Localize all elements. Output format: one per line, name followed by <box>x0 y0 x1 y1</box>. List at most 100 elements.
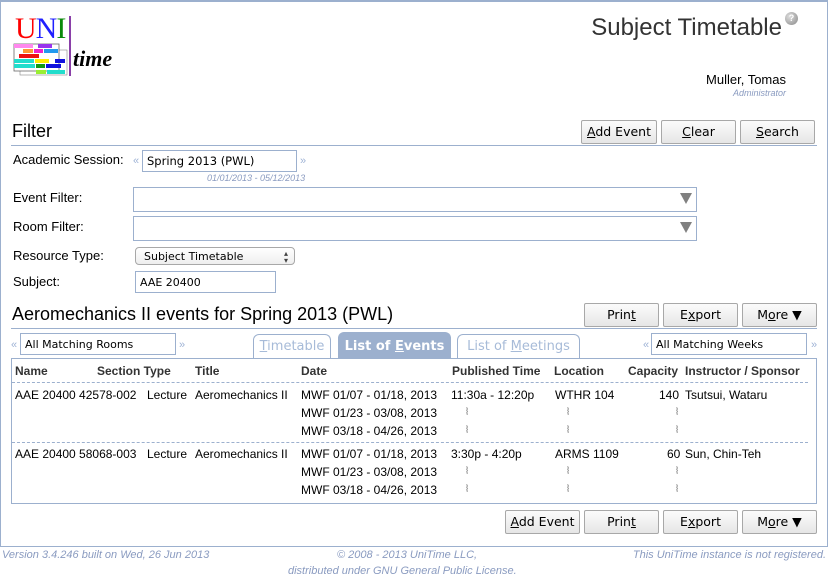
rooms-next-icon[interactable]: » <box>179 339 185 351</box>
column-header-instructor[interactable]: Instructor / Sponsor <box>685 364 800 378</box>
continuation-icon: ⦚ <box>676 425 679 436</box>
logo-divider <box>69 16 71 76</box>
session-next-icon[interactable]: » <box>300 155 306 167</box>
more-bottom-label: More ▼ <box>757 514 802 529</box>
export-label: Export <box>680 307 721 322</box>
continuation-icon: ⦚ <box>466 484 469 495</box>
cell-time: 11:30a - 12:20p <box>451 388 535 402</box>
tab-list-of-meetings[interactable]: List of Meetings <box>457 334 580 359</box>
cell-capacity: 60 <box>667 447 681 461</box>
cell-section-type: Lecture <box>147 388 188 402</box>
header-divider <box>12 382 808 383</box>
resource-type-value: Subject Timetable <box>144 249 244 263</box>
room-filter-label: Room Filter: <box>13 219 84 234</box>
more-label: More ▼ <box>757 307 802 322</box>
user-name[interactable]: Muller, Tomas <box>706 72 786 87</box>
cell-capacity: 140 <box>659 388 680 402</box>
cell-date: MWF 01/07 - 01/18, 2013 <box>301 447 438 461</box>
cell-title: Aeromechanics II <box>195 388 288 402</box>
print-button[interactable]: Print <box>584 303 659 327</box>
column-header-title[interactable]: Title <box>195 364 219 378</box>
footer-copyright[interactable]: © 2008 - 2013 UniTime LLC, <box>337 549 477 561</box>
column-header-section-type[interactable]: Section Type <box>97 364 171 378</box>
add-event-bottom-button[interactable]: Add Event <box>505 510 580 534</box>
weeks-next-icon[interactable]: » <box>811 339 817 351</box>
rooms-selector-input[interactable]: All Matching Rooms <box>20 333 176 355</box>
page-title: Subject Timetable <box>591 14 782 41</box>
column-header-capacity[interactable]: Capacity <box>628 364 678 378</box>
cell-name: AAE 20400 58068-003 <box>15 447 137 461</box>
events-table: Name Section Type Title Date Published T… <box>11 358 817 504</box>
more-button[interactable]: More ▼ <box>742 303 817 327</box>
export-button[interactable]: Export <box>663 303 738 327</box>
tab-list-of-events[interactable]: List of Events <box>338 332 451 359</box>
cell-title: Aeromechanics II <box>195 447 288 461</box>
filter-title: Filter <box>12 121 52 141</box>
cell-instructor: Sun, Chin-Teh <box>685 447 762 461</box>
room-filter-dropdown-icon[interactable] <box>680 222 692 233</box>
session-date-range: 01/01/2013 - 05/12/2013 <box>207 173 306 183</box>
logo-timetable-grid-icon <box>13 43 68 76</box>
continuation-icon: ⦚ <box>466 425 469 436</box>
resource-type-label: Resource Type: <box>13 248 104 263</box>
continuation-icon: ⦚ <box>676 466 679 477</box>
export-bottom-button[interactable]: Export <box>663 510 738 534</box>
academic-session-label: Academic Session: <box>13 152 124 167</box>
column-header-name[interactable]: Name <box>15 364 48 378</box>
clear-label: Clear <box>682 124 715 139</box>
cell-instructor: Tsutsui, Wataru <box>685 388 768 402</box>
logo-time-text: time <box>73 46 113 71</box>
column-header-date[interactable]: Date <box>301 364 327 378</box>
cell-date: MWF 03/18 - 04/26, 2013 <box>301 483 438 497</box>
room-filter-input[interactable] <box>133 216 697 241</box>
search-button[interactable]: Search <box>740 120 815 144</box>
weeks-selector-input[interactable]: All Matching Weeks <box>651 333 807 355</box>
add-event-label: Add Event <box>587 124 651 139</box>
cell-time: 3:30p - 4:20p <box>451 447 522 461</box>
weeks-prev-icon[interactable]: « <box>643 339 649 351</box>
help-icon[interactable]: ? <box>785 12 798 25</box>
search-label: Search <box>756 124 799 139</box>
clear-button[interactable]: Clear <box>661 120 736 144</box>
continuation-icon: ⦚ <box>567 484 570 495</box>
event-filter-input[interactable] <box>133 187 697 212</box>
continuation-icon: ⦚ <box>466 407 469 418</box>
cell-location: WTHR 104 <box>555 388 615 402</box>
academic-session-input[interactable]: Spring 2013 (PWL) <box>142 150 297 172</box>
continuation-icon: ⦚ <box>466 466 469 477</box>
cell-date: MWF 03/18 - 04/26, 2013 <box>301 424 438 438</box>
resource-type-select[interactable]: Subject Timetable ▴ ▾ <box>135 247 295 265</box>
subject-label: Subject: <box>13 274 60 289</box>
continuation-icon: ⦚ <box>567 466 570 477</box>
cell-date: MWF 01/23 - 03/08, 2013 <box>301 406 438 420</box>
tab-timetable[interactable]: Timetable <box>253 334 331 359</box>
more-bottom-button[interactable]: More ▼ <box>742 510 817 534</box>
user-role: Administrator <box>732 88 786 98</box>
column-header-published-time[interactable]: Published Time <box>452 364 540 378</box>
cell-location: ARMS 1109 <box>555 447 619 461</box>
column-header-location[interactable]: Location <box>554 364 604 378</box>
footer-version: Version 3.4.246 built on Wed, 26 Jun 201… <box>2 549 210 561</box>
rooms-prev-icon[interactable]: « <box>11 339 17 351</box>
unitime-logo[interactable]: UNI time <box>13 14 123 78</box>
footer-registration: This UniTime instance is not registered. <box>632 549 826 561</box>
subject-input[interactable]: AAE 20400 <box>135 271 276 293</box>
add-event-bottom-label: Add Event <box>510 514 575 529</box>
select-updown-icon: ▴ ▾ <box>283 249 288 265</box>
cell-name: AAE 20400 42578-002 <box>15 388 137 402</box>
continuation-icon: ⦚ <box>567 407 570 418</box>
continuation-icon: ⦚ <box>567 425 570 436</box>
row-divider <box>12 442 808 443</box>
cell-section-type: Lecture <box>147 447 188 461</box>
print-bottom-label: Print <box>607 514 636 529</box>
add-event-button[interactable]: Add Event <box>581 120 657 144</box>
session-prev-icon[interactable]: « <box>133 155 139 167</box>
cell-date: MWF 01/23 - 03/08, 2013 <box>301 465 438 479</box>
print-bottom-button[interactable]: Print <box>584 510 659 534</box>
event-filter-label: Event Filter: <box>13 190 83 205</box>
export-bottom-label: Export <box>680 514 721 529</box>
footer-license[interactable]: distributed under GNU General Public Lic… <box>288 565 517 577</box>
event-filter-dropdown-icon[interactable] <box>680 193 692 204</box>
continuation-icon: ⦚ <box>676 407 679 418</box>
logo-uni-text: UNI <box>15 12 66 45</box>
